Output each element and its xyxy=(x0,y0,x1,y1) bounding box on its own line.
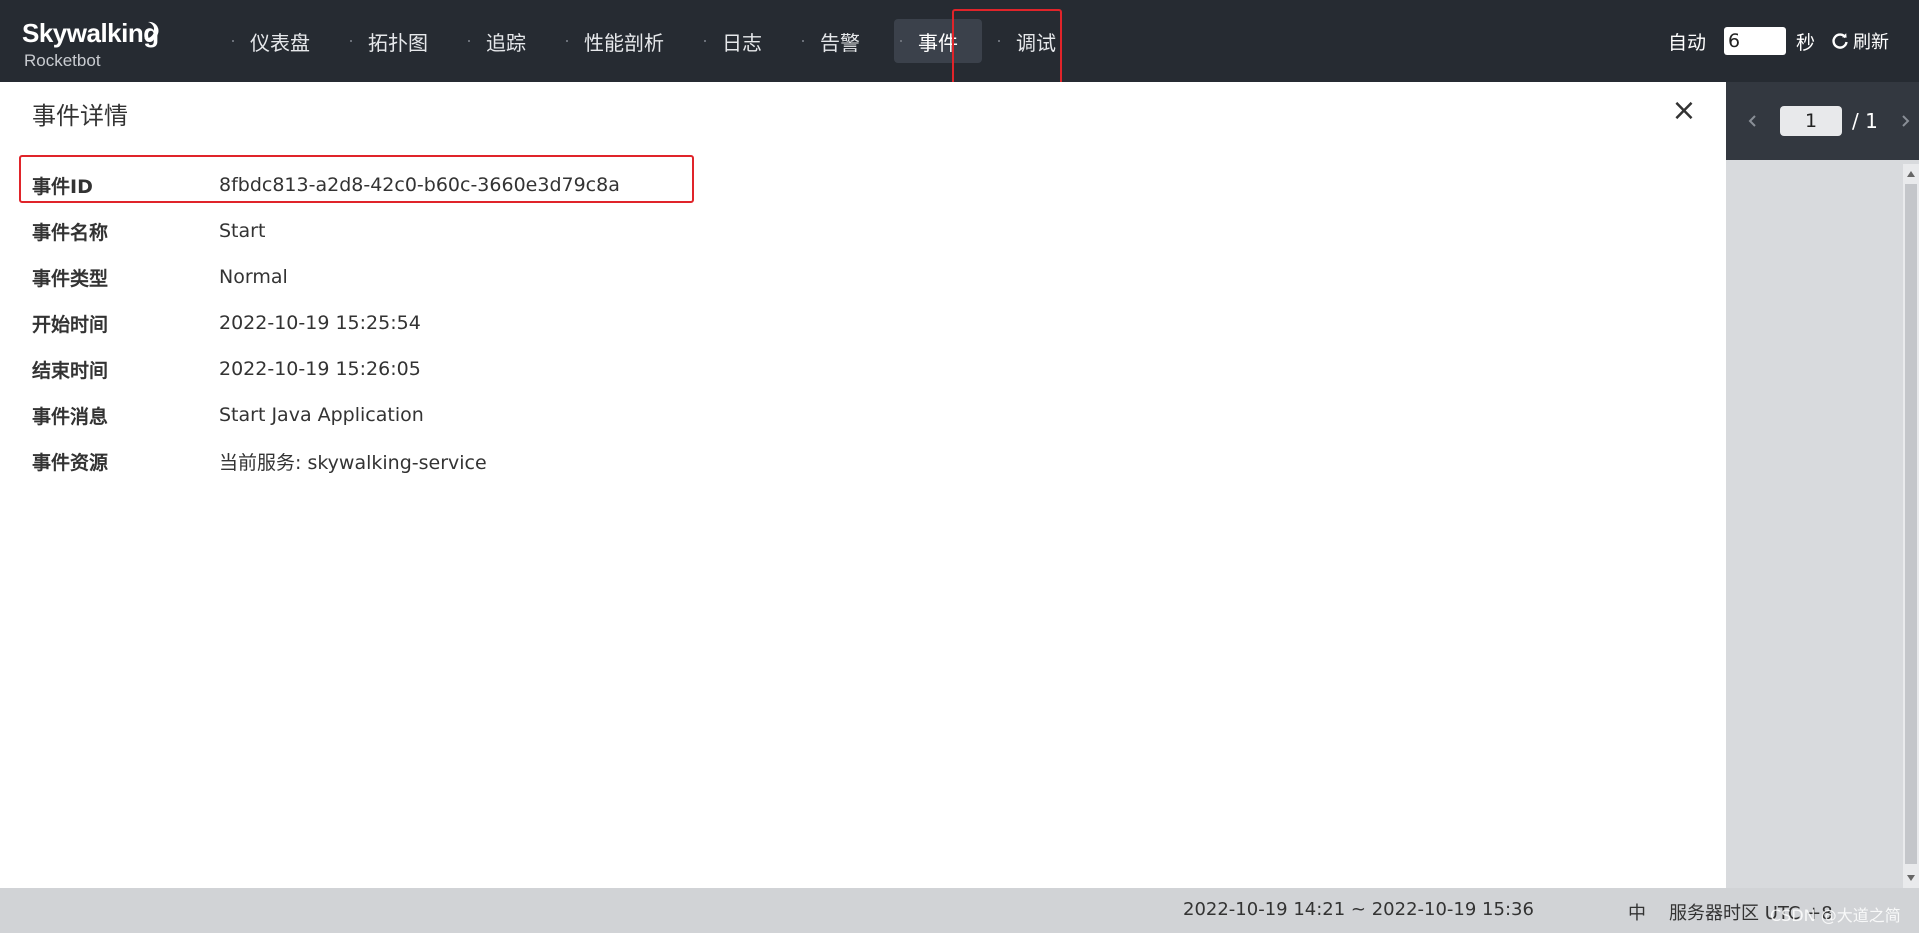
nav-item-event[interactable]: 事件 xyxy=(894,19,982,63)
time-range[interactable]: 2022-10-19 14:21 ~ 2022-10-19 15:36 xyxy=(1183,899,1534,920)
nav-item-log[interactable]: 日志 xyxy=(698,19,786,63)
field-label: 事件消息 xyxy=(32,405,109,428)
refresh-button[interactable]: 刷新 xyxy=(1831,28,1889,54)
nav-item-topology[interactable]: 拓扑图 xyxy=(344,19,452,63)
nav-label: 追踪 xyxy=(486,30,526,55)
scroll-down-icon[interactable] xyxy=(1903,870,1919,886)
field-row-event-message: 事件消息 Start Java Application xyxy=(32,392,620,438)
nav-label: 仪表盘 xyxy=(250,30,310,55)
detail-title: 事件详情 xyxy=(32,102,128,130)
field-value: 2022-10-19 15:26:05 xyxy=(219,358,421,380)
nav-item-alarm[interactable]: 告警 xyxy=(796,19,884,63)
next-page-button[interactable] xyxy=(1894,110,1916,132)
field-label: 事件ID xyxy=(32,175,93,198)
field-value: Normal xyxy=(219,266,288,288)
seconds-label: 秒 xyxy=(1795,31,1815,54)
field-label: 事件名称 xyxy=(32,221,109,244)
field-row-event-name: 事件名称 Start xyxy=(32,208,620,254)
prev-page-button[interactable] xyxy=(1742,110,1764,132)
logo[interactable]: Skywalking Rocketbot xyxy=(22,18,172,74)
nav-label: 事件 xyxy=(918,30,958,55)
field-value: 8fbdc813-a2d8-42c0-b60c-3660e3d79c8a xyxy=(219,174,620,196)
refresh-label: 刷新 xyxy=(1853,32,1889,53)
auto-interval-input[interactable] xyxy=(1723,27,1786,55)
nav-label: 性能剖析 xyxy=(584,30,664,55)
close-button[interactable]: × xyxy=(1670,96,1698,126)
page-total: / 1 xyxy=(1852,109,1878,133)
event-detail-panel: 事件详情 × 事件ID 8fbdc813-a2d8-42c0-b60c-3660… xyxy=(0,82,1726,888)
event-list-side-panel: / 1 xyxy=(1726,82,1919,888)
brand-subtitle: Rocketbot xyxy=(24,51,101,70)
field-row-event-source: 事件资源 当前服务: skywalking-service xyxy=(32,438,620,484)
field-label: 事件类型 xyxy=(32,267,109,290)
nav-item-profile[interactable]: 性能剖析 xyxy=(560,19,688,63)
field-value: 当前服务: skywalking-service xyxy=(219,451,487,474)
refresh-icon xyxy=(1832,33,1848,49)
language-toggle[interactable]: 中 xyxy=(1628,899,1646,925)
field-label: 结束时间 xyxy=(32,359,109,382)
main-nav: 仪表盘 拓扑图 追踪 性能剖析 日志 告警 事件 调试 xyxy=(226,0,1090,82)
scrollbar-thumb[interactable] xyxy=(1905,184,1917,864)
field-row-event-id: 事件ID 8fbdc813-a2d8-42c0-b60c-3660e3d79c8… xyxy=(32,162,620,208)
field-label: 事件资源 xyxy=(32,451,109,474)
nav-item-dashboard[interactable]: 仪表盘 xyxy=(226,19,334,63)
brand-name: Skywalking xyxy=(22,18,159,48)
nav-label: 告警 xyxy=(820,30,860,55)
top-navbar: Skywalking Rocketbot 仪表盘 拓扑图 追踪 性能剖析 日志 … xyxy=(0,0,1919,82)
side-scrollbar[interactable] xyxy=(1903,164,1919,888)
nav-item-debug[interactable]: 调试 xyxy=(992,19,1080,63)
scroll-up-icon[interactable] xyxy=(1903,166,1919,182)
detail-fields: 事件ID 8fbdc813-a2d8-42c0-b60c-3660e3d79c8… xyxy=(32,162,620,484)
chevron-right-icon xyxy=(1902,115,1910,127)
nav-label: 调试 xyxy=(1016,30,1056,55)
footer-bar: 2022-10-19 14:21 ~ 2022-10-19 15:36 中 服务… xyxy=(0,888,1919,933)
field-value: Start Java Application xyxy=(219,404,424,426)
watermark: CSDN @大道之简 xyxy=(1770,906,1901,925)
pagination: / 1 xyxy=(1726,82,1919,160)
page-number-input[interactable] xyxy=(1780,106,1842,136)
field-row-start-time: 开始时间 2022-10-19 15:25:54 xyxy=(32,300,620,346)
nav-item-trace[interactable]: 追踪 xyxy=(462,19,550,63)
field-row-end-time: 结束时间 2022-10-19 15:26:05 xyxy=(32,346,620,392)
refresh-controls: 自动 秒 刷新 xyxy=(1668,0,1889,82)
nav-label: 拓扑图 xyxy=(368,30,428,55)
field-row-event-type: 事件类型 Normal xyxy=(32,254,620,300)
moon-icon xyxy=(144,21,159,40)
nav-label: 日志 xyxy=(722,30,762,55)
field-value: 2022-10-19 15:25:54 xyxy=(219,312,421,334)
field-label: 开始时间 xyxy=(32,313,109,336)
chevron-left-icon xyxy=(1748,115,1756,127)
field-value: Start xyxy=(219,220,266,242)
auto-label: 自动 xyxy=(1667,31,1706,54)
